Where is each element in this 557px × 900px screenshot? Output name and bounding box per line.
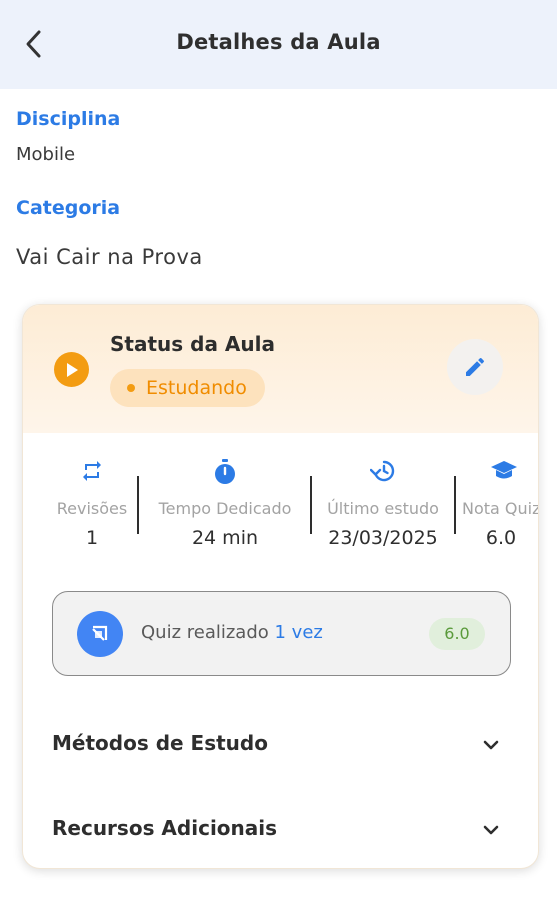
stat-divider (310, 476, 312, 534)
pencil-icon (466, 357, 485, 376)
stat-revisoes: Revisões 1 (47, 453, 137, 553)
stats-row: Revisões 1 Tempo Dedicado 24 min Último … (23, 453, 538, 553)
expander-recursos-adicionais[interactable]: Recursos Adicionais (23, 798, 538, 858)
quiz-count: 1 vez (274, 622, 323, 643)
stat-nota-quiz: Nota Quiz 6.0 (459, 453, 538, 553)
stat-tempo: Tempo Dedicado 24 min (141, 453, 309, 553)
expander-metodos-estudo[interactable]: Métodos de Estudo (23, 713, 538, 773)
disciplina-value: Mobile (16, 144, 76, 165)
status-dot-icon (127, 384, 135, 392)
timer-icon (215, 459, 235, 484)
edit-button[interactable] (447, 339, 503, 395)
quiz-summary[interactable]: Quiz realizado 1 vez 6.0 (52, 591, 511, 676)
quiz-text: Quiz realizado 1 vez (141, 622, 323, 643)
stat-label: Último estudo (327, 499, 439, 518)
expander-title: Recursos Adicionais (52, 816, 278, 840)
app-bar: Detalhes da Aula (0, 0, 557, 89)
categoria-label: Categoria (16, 197, 121, 219)
stat-value: 6.0 (485, 527, 517, 549)
page-title: Detalhes da Aula (176, 30, 381, 54)
stat-value: 24 min (191, 527, 259, 549)
status-badge: Estudando (110, 369, 265, 407)
stat-label: Tempo Dedicado (158, 499, 292, 518)
status-text: Estudando (146, 377, 247, 399)
stat-value: 1 (85, 527, 99, 549)
stat-divider (454, 476, 456, 534)
history-icon (370, 460, 395, 482)
status-card: Status da Aula Estudando Revisões 1 Temp… (22, 304, 539, 869)
graduation-cap-icon (491, 461, 517, 479)
status-card-header: Status da Aula Estudando (23, 305, 538, 433)
play-icon (54, 352, 89, 387)
chevron-down-icon (483, 740, 499, 750)
stat-label: Nota Quiz (462, 499, 538, 518)
stat-label: Revisões (56, 499, 128, 518)
expander-title: Métodos de Estudo (52, 731, 268, 755)
status-title: Status da Aula (110, 332, 275, 356)
repeat-icon (83, 461, 101, 481)
categoria-value: Vai Cair na Prova (16, 245, 203, 269)
quiz-score-badge: 6.0 (429, 618, 485, 650)
disciplina-label: Disciplina (16, 108, 121, 130)
quiz-icon (77, 611, 123, 657)
chevron-down-icon (483, 825, 499, 835)
stat-divider (137, 476, 139, 534)
